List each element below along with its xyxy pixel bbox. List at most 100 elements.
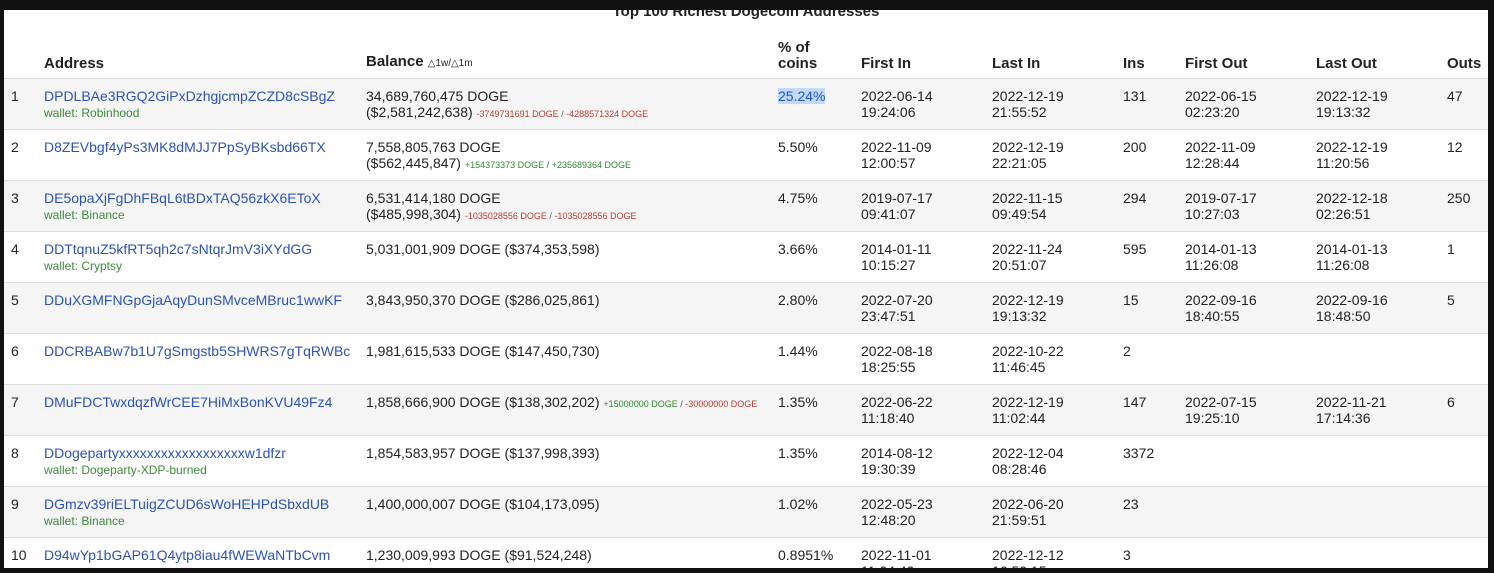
last-in-cell: 2022-12-19 21:55:52 (992, 78, 1123, 130)
ins-header[interactable]: Ins (1123, 36, 1185, 79)
last-out-date: 2022-12-19 (1316, 88, 1388, 104)
address-link[interactable]: D8ZEVbgf4yPs3MK8dMJJ7PpSyBKsbd66TX (44, 139, 326, 155)
first-in-time: 23:47:51 (861, 308, 916, 324)
wallet-label: wallet: Dogeparty-XDP-burned (44, 463, 207, 477)
rank-cell: 8 (4, 435, 44, 487)
last-in-header[interactable]: Last In (992, 36, 1123, 79)
outs-header[interactable]: Outs (1447, 36, 1488, 79)
first-in-date: 2022-06-14 (861, 88, 933, 104)
last-out-cell: 2022-12-19 11:20:56 (1316, 129, 1447, 181)
address-link[interactable]: D94wYp1bGAP61Q4ytp8iau4fWEWaNTbCvm (44, 547, 330, 563)
balance-value: 7,558,805,763 DOGE (366, 139, 501, 155)
first-out-header[interactable]: First Out (1185, 36, 1316, 79)
rank-value: 3 (11, 190, 19, 206)
rank-value: 5 (11, 292, 19, 308)
first-in-date: 2022-11-01 (861, 547, 932, 563)
first-in-date: 2019-07-17 (861, 190, 933, 206)
outs-value: 47 (1447, 88, 1463, 104)
wallet-label: wallet: Binance (44, 514, 125, 528)
balance-cell: 1,230,009,993 DOGE ($91,524,248) (366, 537, 778, 568)
balance-cell: 7,558,805,763 DOGE ($562,445,847) +154373… (366, 129, 778, 181)
first-in-cell: 2014-01-11 10:15:27 (861, 231, 992, 283)
table-row: 7 DMuFDCTwxdqzfWrCEE7HiMxBonKVU49Fz4 1,858… (4, 384, 1488, 436)
change-separator: / (558, 109, 567, 119)
pct-value: 1.44% (778, 343, 818, 359)
first-in-cell: 2022-11-01 11:04:40 (861, 537, 992, 568)
address-link[interactable]: DE5opaXjFgDhFBqL6tBDxTAQ56zkX6EToX (44, 190, 321, 206)
last-out-cell (1316, 486, 1447, 538)
first-in-header[interactable]: First In (861, 36, 992, 79)
first-out-time: 02:23:20 (1185, 104, 1240, 120)
address-link[interactable]: DDogepartyxxxxxxxxxxxxxxxxxxw1dfzr (44, 445, 286, 461)
balance-usd: ($485,998,304) (366, 206, 461, 222)
address-cell: DMuFDCTwxdqzfWrCEE7HiMxBonKVU49Fz4 (44, 384, 366, 436)
first-in-time: 19:24:06 (861, 104, 916, 120)
first-out-cell: 2022-09-16 18:40:55 (1185, 282, 1316, 334)
address-cell: D94wYp1bGAP61Q4ytp8iau4fWEWaNTbCvm (44, 537, 366, 568)
last-out-cell: 2014-01-13 11:26:08 (1316, 231, 1447, 283)
pct-cell: 1.35% (778, 384, 861, 436)
first-in-date: 2014-08-12 (861, 445, 933, 461)
address-link[interactable]: DDCRBABw7b1U7gSmgstb5SHWRS7gTqRWBc (44, 343, 350, 359)
address-header[interactable]: Address (44, 36, 366, 79)
change-1m: -30000000 DOGE (685, 399, 758, 409)
last-out-cell (1316, 435, 1447, 487)
last-out-header[interactable]: Last Out (1316, 36, 1447, 79)
address-link[interactable]: DMuFDCTwxdqzfWrCEE7HiMxBonKVU49Fz4 (44, 394, 332, 410)
table-row: 1 DPDLBAe3RGQ2GiPxDzhgjcmpZCZD8cSBgZ walle… (4, 78, 1488, 130)
last-in-time: 11:46:45 (992, 359, 1046, 375)
address-link[interactable]: DDTtqnuZ5kfRT5qh2c7sNtqrJmV3iXYdGG (44, 241, 312, 257)
balance-cell: 5,031,001,909 DOGE ($374,353,598) (366, 231, 778, 283)
last-in-cell: 2022-10-22 11:46:45 (992, 333, 1123, 385)
last-in-date: 2022-11-24 (992, 241, 1063, 257)
outs-cell (1447, 333, 1488, 385)
last-out-time: 02:26:51 (1316, 206, 1371, 222)
pct-header[interactable]: % of coins (778, 36, 861, 79)
balance-value: 3,843,950,370 DOGE ($286,025,861) (366, 292, 600, 308)
outs-value: 12 (1447, 139, 1463, 155)
first-out-cell (1185, 537, 1316, 568)
address-cell: DGmzv39riELTuigZCUD6sWoHEHPdSbxdUB wallet… (44, 486, 366, 538)
change-1w: +154373373 DOGE (464, 160, 545, 170)
first-in-date: 2022-08-18 (861, 343, 933, 359)
last-in-date: 2022-06-20 (992, 496, 1064, 512)
pct-value: 1.35% (778, 394, 818, 410)
rank-value: 9 (11, 496, 19, 512)
first-out-date: 2022-06-15 (1185, 88, 1257, 104)
last-in-time: 11:02:44 (992, 410, 1046, 426)
first-in-cell: 2022-06-22 11:18:40 (861, 384, 992, 436)
first-in-time: 18:25:55 (861, 359, 916, 375)
ins-value: 15 (1123, 292, 1139, 308)
first-out-cell: 2022-06-15 02:23:20 (1185, 78, 1316, 130)
address-link[interactable]: DGmzv39riELTuigZCUD6sWoHEHPdSbxdUB (44, 496, 329, 512)
rank-cell: 2 (4, 129, 44, 181)
balance-header[interactable]: Balance △1w/△1m (366, 36, 778, 79)
pct-cell: 25.24% (778, 78, 861, 130)
ins-cell: 131 (1123, 78, 1185, 130)
table-row: 4 DDTtqnuZ5kfRT5qh2c7sNtqrJmV3iXYdGG walle… (4, 231, 1488, 283)
rank-cell: 7 (4, 384, 44, 436)
outs-value: 1 (1447, 241, 1455, 257)
wallet-label: wallet: Binance (44, 208, 125, 222)
address-link[interactable]: DDuXGMFNGpGjaAqyDunSMvceMBruc1wwKF (44, 292, 342, 308)
last-out-cell: 2022-09-16 18:48:50 (1316, 282, 1447, 334)
balance-value: 1,858,666,900 DOGE ($138,302,202) (366, 394, 600, 410)
first-in-date: 2022-07-20 (861, 292, 933, 308)
ins-value: 294 (1123, 190, 1147, 206)
rank-cell: 3 (4, 180, 44, 232)
ins-cell: 23 (1123, 486, 1185, 538)
ins-value: 23 (1123, 496, 1139, 512)
pct-header-line1: % of (778, 39, 810, 56)
address-cell: D8ZEVbgf4yPs3MK8dMJJ7PpSyBKsbd66TX (44, 129, 366, 181)
last-out-date: 2014-01-13 (1316, 241, 1388, 257)
first-in-time: 10:15:27 (861, 257, 916, 273)
ins-value: 147 (1123, 394, 1147, 410)
ins-cell: 147 (1123, 384, 1185, 436)
outs-value: 5 (1447, 292, 1455, 308)
ins-cell: 3372 (1123, 435, 1185, 487)
first-in-cell: 2022-11-09 12:00:57 (861, 129, 992, 181)
balance-cell: 1,854,583,957 DOGE ($137,998,393) (366, 435, 778, 487)
address-link[interactable]: DPDLBAe3RGQ2GiPxDzhgjcmpZCZD8cSBgZ (44, 88, 335, 104)
first-out-time: 18:40:55 (1185, 308, 1240, 324)
table-row: 8 DDogepartyxxxxxxxxxxxxxxxxxxw1dfzr walle… (4, 435, 1488, 487)
